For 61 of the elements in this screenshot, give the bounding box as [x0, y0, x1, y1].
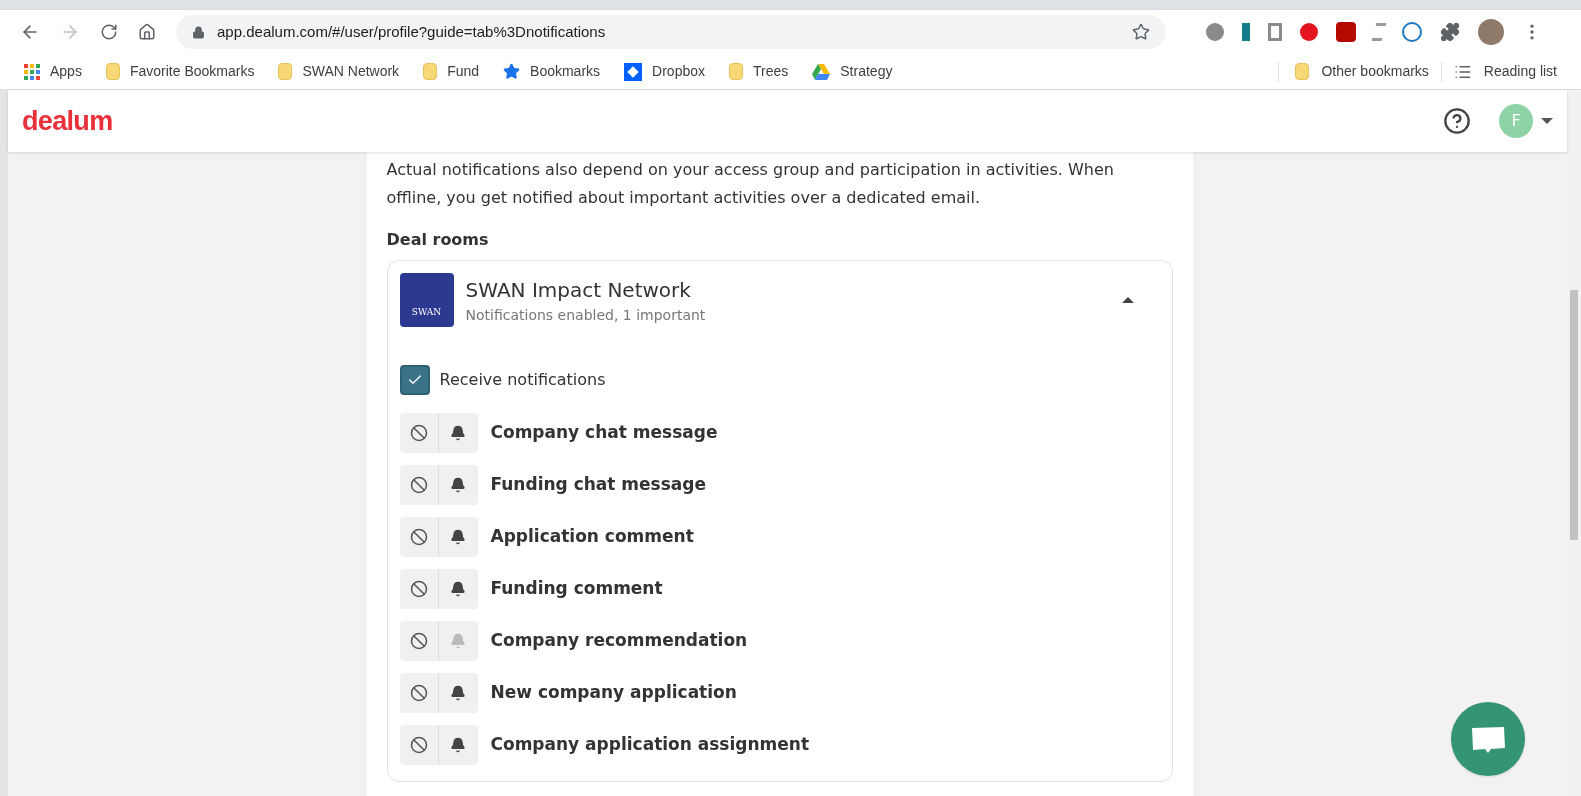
deal-room-name: SWAN Impact Network	[465, 276, 692, 304]
reading-list-link[interactable]: Reading list	[1483, 61, 1557, 82]
block-icon	[409, 476, 428, 494]
bookmark-link[interactable]: Trees	[753, 61, 789, 82]
bell-icon	[450, 737, 466, 753]
grid-icon	[24, 63, 40, 80]
logo[interactable]: dealum	[22, 100, 113, 142]
box-icon	[624, 62, 643, 81]
bell-icon	[450, 529, 466, 545]
bell-icon	[450, 685, 466, 701]
section-title: Deal rooms	[386, 229, 490, 251]
intro-text: Actual notifications also depend on your access group and participation in activities. When offline, you get notified about important activities over a dedicated email.	[386, 159, 1115, 209]
notification-label: Company recommendation	[490, 629, 748, 653]
bell-icon	[450, 477, 466, 493]
bell-icon	[450, 425, 466, 441]
help-icon[interactable]	[1443, 107, 1471, 135]
notification-label: Company application assignment	[490, 733, 810, 757]
bookmark-link[interactable]: Apps	[50, 61, 82, 82]
profile-avatar[interactable]	[1478, 19, 1504, 45]
folder-icon	[278, 63, 293, 80]
bookmark-link[interactable]: Fund	[447, 61, 480, 82]
home-icon[interactable]	[138, 23, 156, 41]
reload-icon[interactable]	[100, 23, 118, 41]
block-icon	[409, 528, 428, 546]
checkbox[interactable]	[399, 365, 430, 395]
bell-icon	[450, 633, 466, 649]
bookmark-link[interactable]: Other bookmarks	[1321, 61, 1429, 82]
url-text: app.dealum.com/#/user/profile?guide=tab%3Dnotifications	[217, 21, 607, 42]
scrollbar-thumb[interactable]	[1570, 290, 1578, 540]
bell-icon	[450, 581, 466, 597]
address-bar[interactable]: app.dealum.com/#/user/profile?guide=tab%3Dnotifications	[176, 15, 1166, 49]
bookmark-link[interactable]: Bookmarks	[530, 61, 601, 82]
chat-button[interactable]	[1451, 702, 1525, 776]
bookmark-link[interactable]: Favorite Bookmarks	[129, 61, 255, 82]
deal-room-status: Notifications enabled, 1 important	[465, 305, 706, 325]
block-icon	[409, 736, 428, 754]
triangle-icon	[812, 63, 831, 80]
folder-icon	[1295, 63, 1310, 80]
folder-icon	[105, 63, 120, 80]
notification-label: Funding chat message	[490, 473, 706, 497]
bookmark-link[interactable]: SWAN Network	[302, 61, 400, 82]
checkbox-label: Receive notifications	[439, 369, 606, 391]
notification-label: Company chat message	[490, 421, 718, 445]
logo-text: SWAN	[411, 305, 442, 319]
block-icon	[409, 632, 428, 650]
notification-label: New company application	[490, 681, 737, 705]
caret-icon[interactable]	[1541, 118, 1553, 124]
folder-icon	[423, 63, 438, 80]
block-icon	[409, 424, 428, 442]
star-icon	[503, 63, 521, 80]
block-icon	[409, 580, 428, 598]
bookmark-link[interactable]: Dropbox	[652, 61, 705, 82]
collapse-caret-icon[interactable]	[1121, 297, 1134, 303]
folder-icon	[729, 63, 743, 80]
notification-label: Funding comment	[490, 577, 663, 601]
puzzle-icon[interactable]	[1440, 22, 1460, 42]
bookmark-link[interactable]: Strategy	[840, 61, 893, 82]
lock-icon	[192, 25, 205, 39]
bookmark-star-icon[interactable]	[1132, 23, 1150, 41]
block-icon	[409, 684, 428, 702]
notification-label: Application comment	[490, 525, 694, 549]
